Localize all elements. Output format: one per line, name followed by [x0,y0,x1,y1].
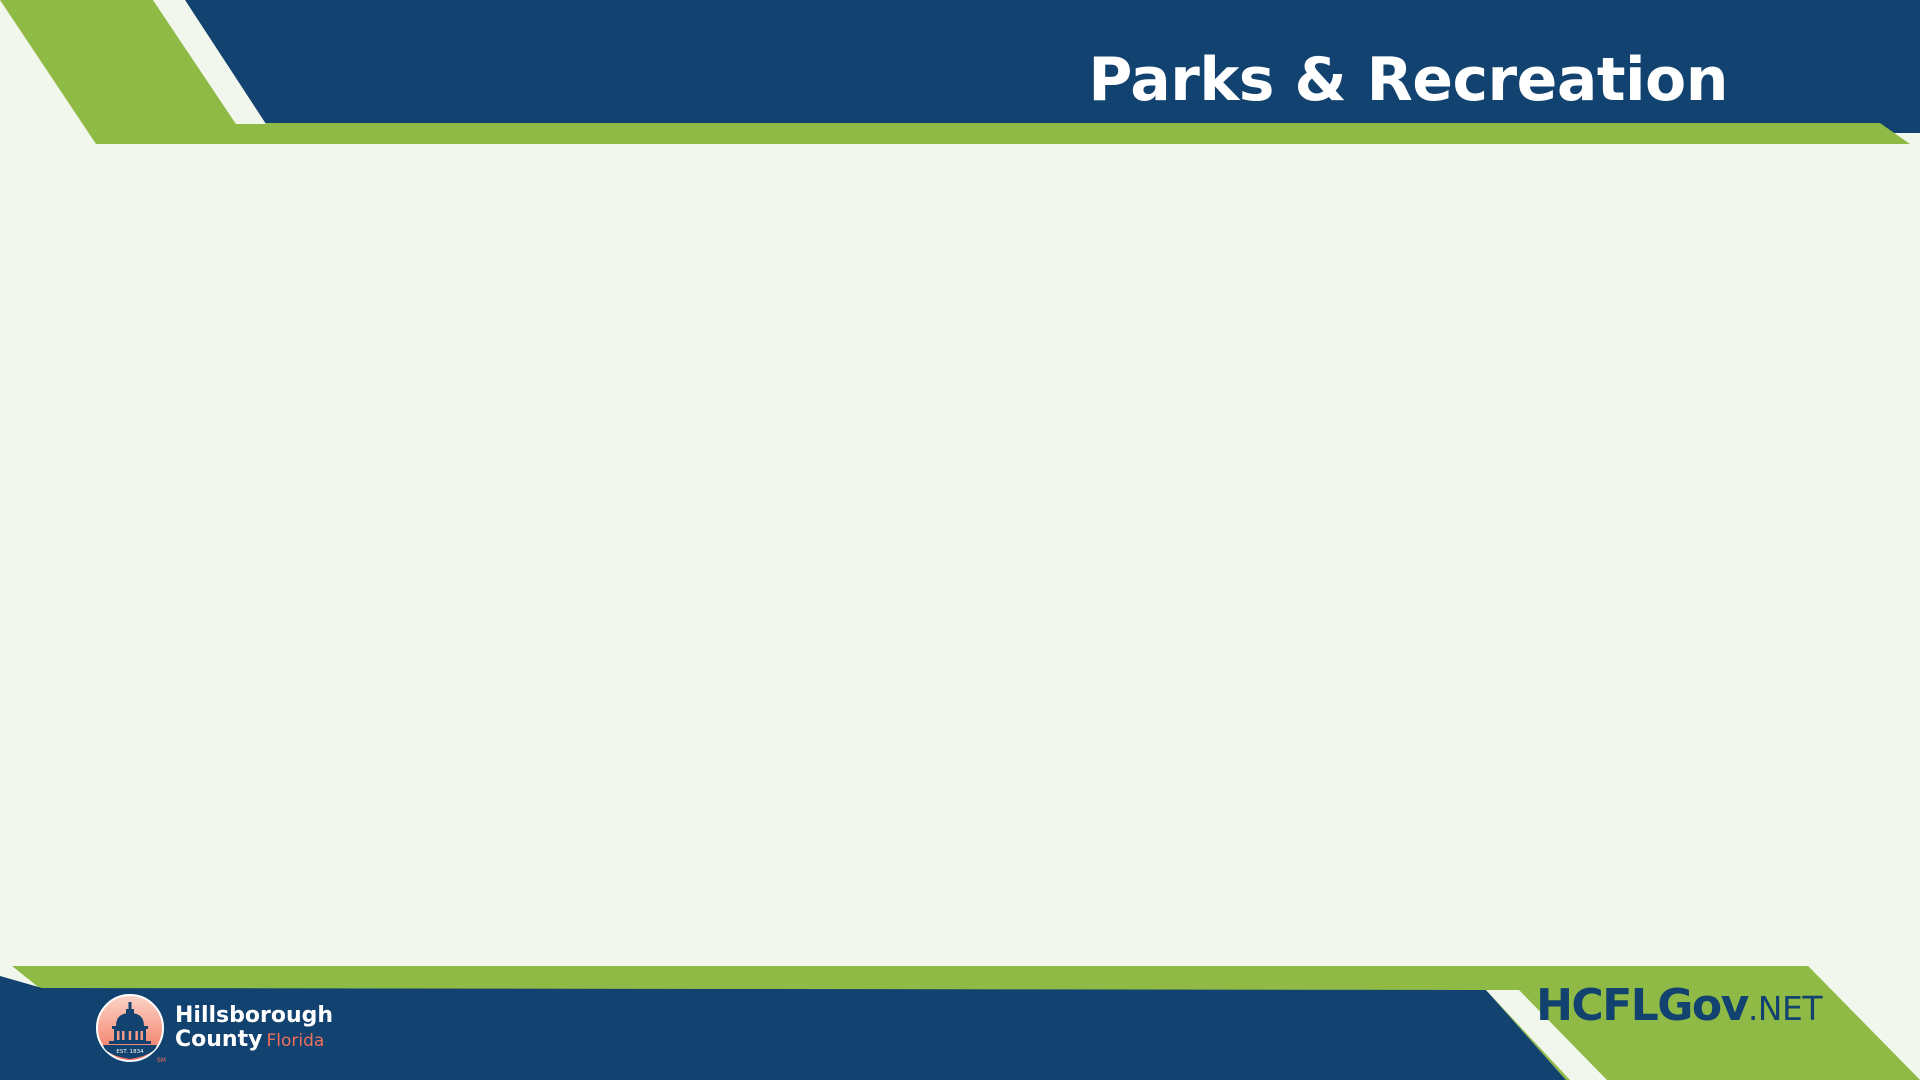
county-seal-icon: EST. 1834 SM [95,993,166,1064]
state-name: Florida [266,1030,325,1051]
slide: Parks & Recreation EST. 1834 SM Hillsbor… [0,0,1920,1080]
county-wordmark: Hillsborough County Florida [175,1002,334,1053]
decorative-bands [0,0,1920,1080]
trademark-mark: SM [157,1057,166,1064]
county-logo[interactable]: EST. 1834 SM Hillsborough County Florida [95,993,334,1064]
website-main: HCFLGov [1536,980,1749,1031]
seal-text: EST. 1834 [116,1049,144,1055]
county-name-line2: County Florida [175,1026,333,1053]
county-name-line2-text: County [175,1026,263,1052]
website-link[interactable]: HCFLGov.NET [1536,980,1822,1041]
website-tld: .NET [1747,989,1823,1028]
county-name-line1: Hillsborough [175,1002,334,1028]
page-title: Parks & Recreation [1088,45,1728,115]
